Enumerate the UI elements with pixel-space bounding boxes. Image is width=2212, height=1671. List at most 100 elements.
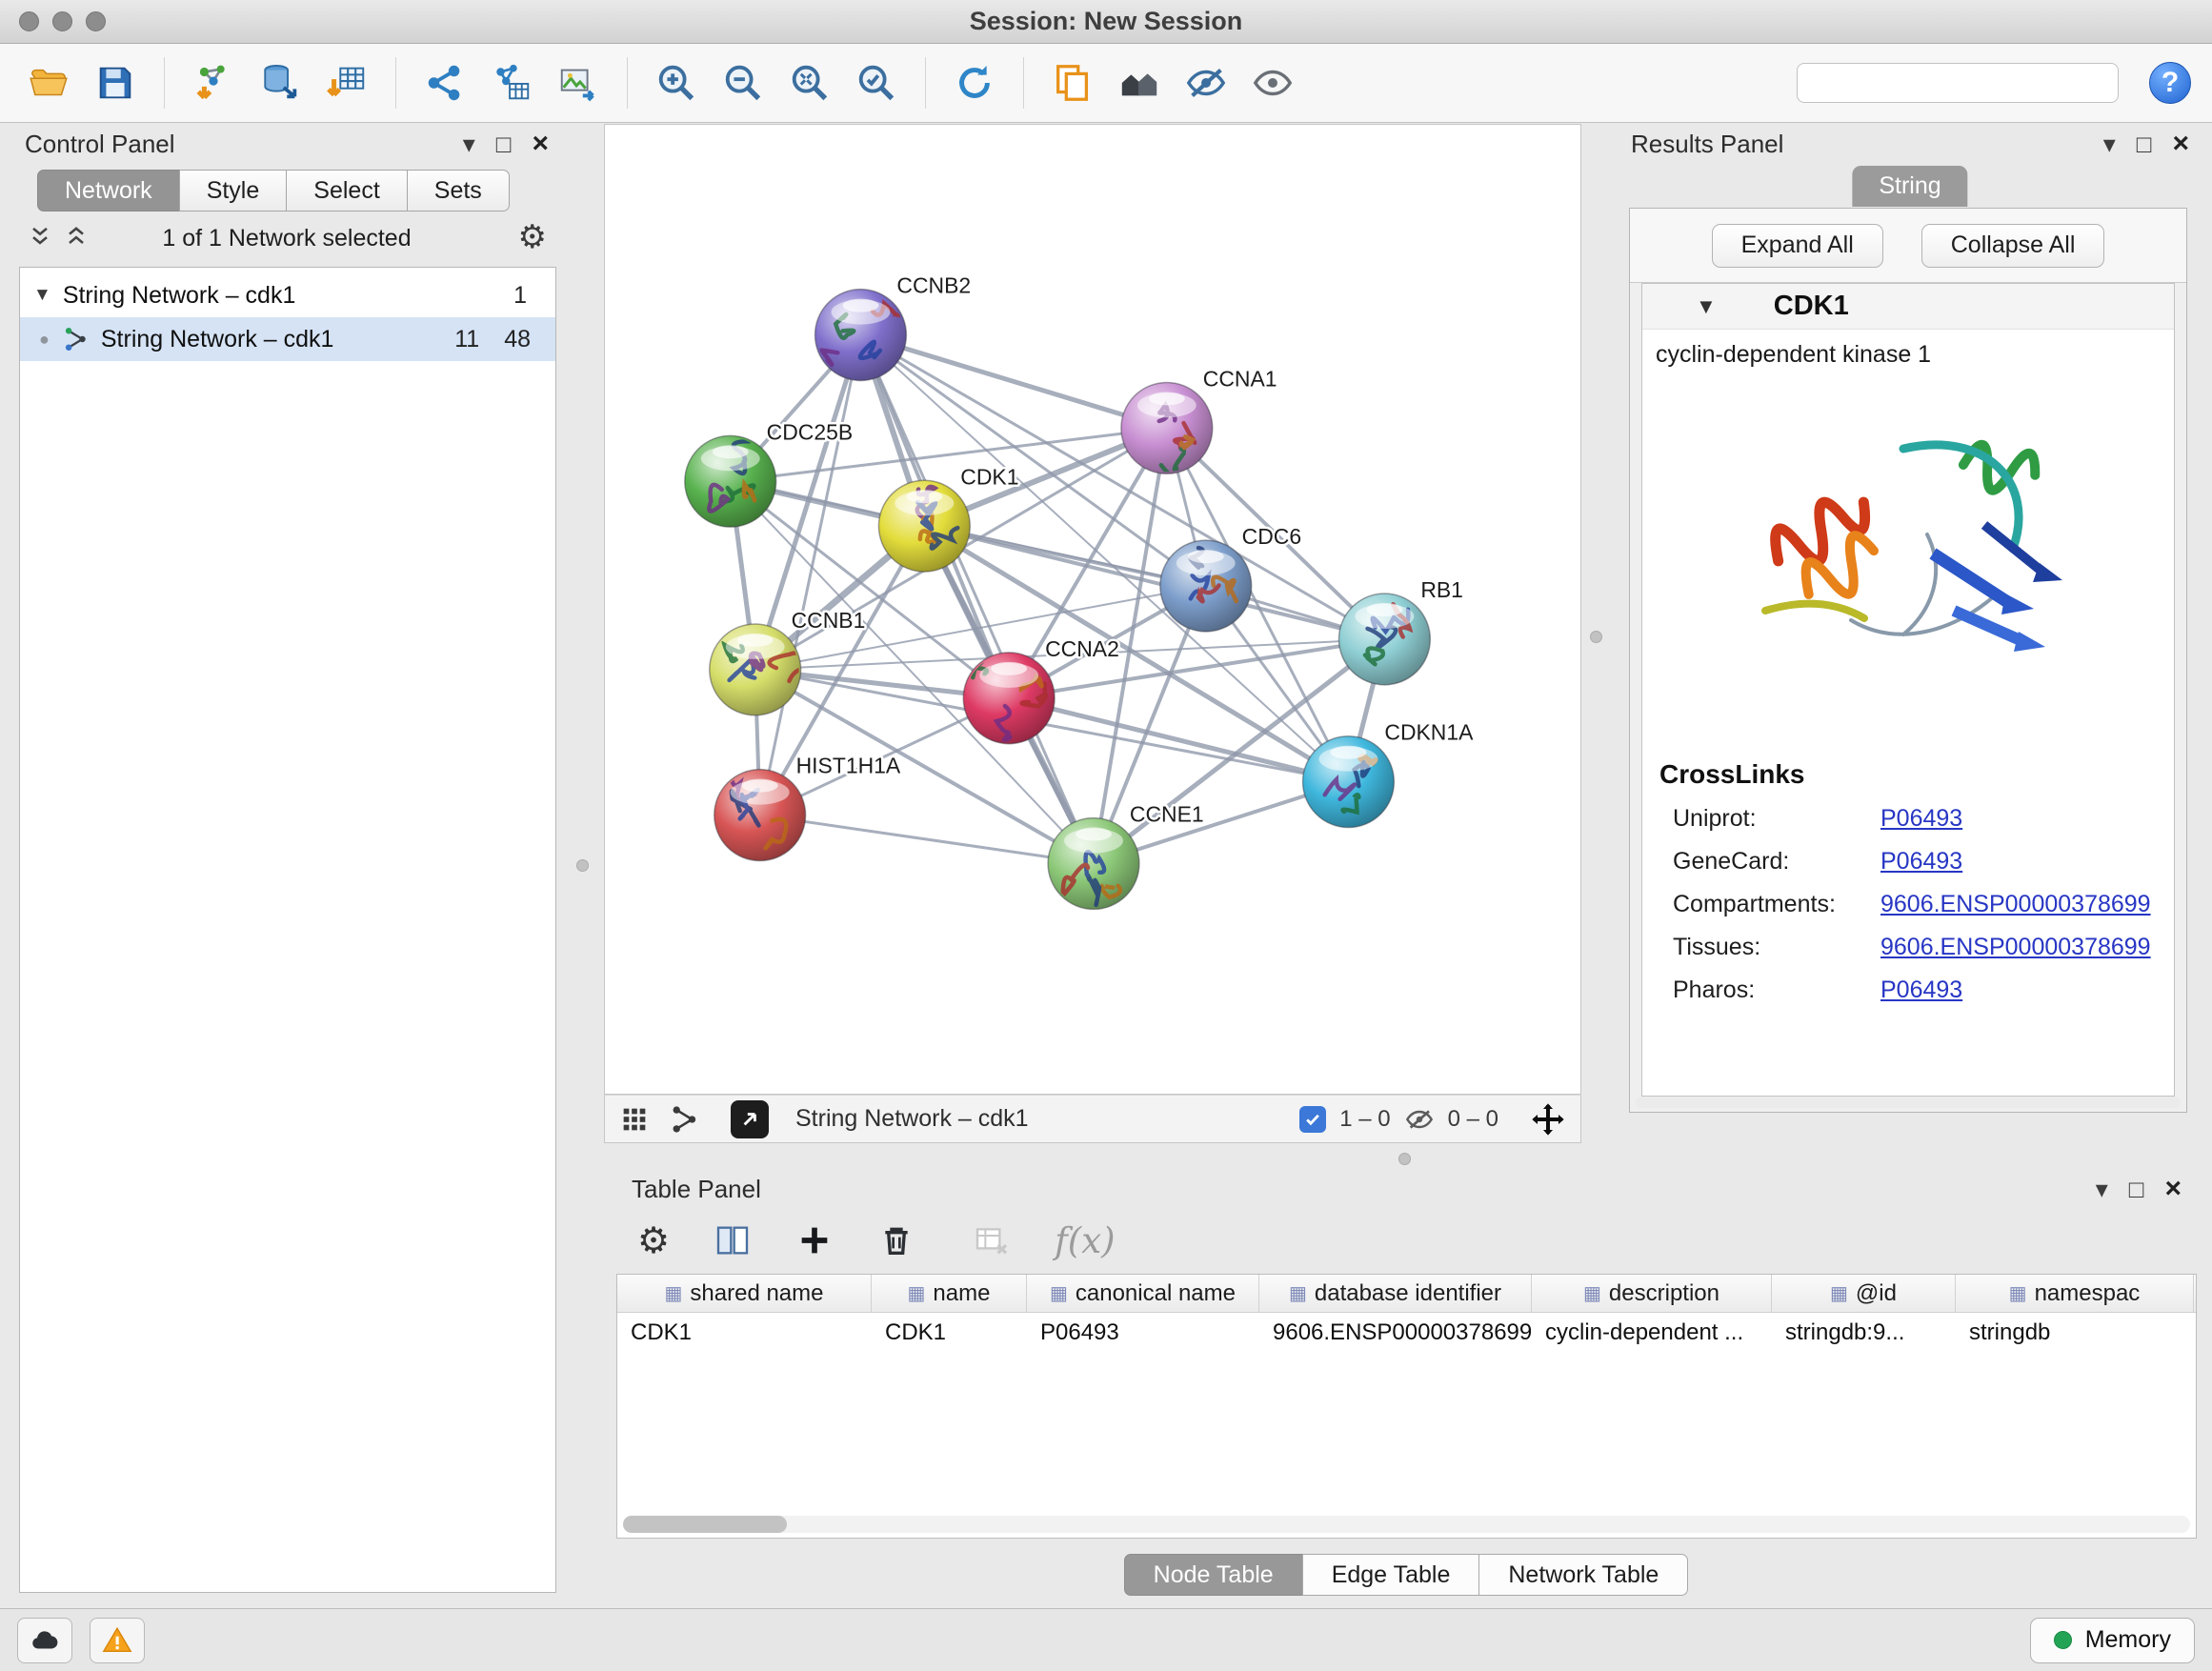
column-header-name[interactable]: ▦name	[872, 1275, 1027, 1312]
splitter-handle-left[interactable]	[576, 859, 589, 872]
column-sort-icon: ▦	[908, 1281, 926, 1305]
add-column-icon[interactable]	[795, 1221, 834, 1259]
network-edge[interactable]	[760, 335, 861, 815]
table-row[interactable]: CDK1CDK1P064939606.ENSP00000378699cyclin…	[617, 1313, 2196, 1353]
crosslink-link[interactable]: P06493	[1880, 805, 1962, 833]
column-header-namespac[interactable]: ▦namespac	[1956, 1275, 2194, 1312]
search-box[interactable]	[1797, 63, 2119, 103]
column-header-canonical-name[interactable]: ▦canonical name	[1027, 1275, 1259, 1312]
panel-menu-icon[interactable]: ▾	[2103, 130, 2116, 159]
table-cell[interactable]: cyclin-dependent ...	[1532, 1319, 1772, 1346]
tab-node-table[interactable]: Node Table	[1124, 1554, 1303, 1596]
show-annotations-button[interactable]	[1245, 53, 1300, 112]
current-network-name: String Network – cdk1	[795, 1105, 1029, 1133]
protein-structure-image	[1708, 392, 2108, 735]
import-network-database-button[interactable]	[252, 53, 308, 112]
minimize-window-button[interactable]	[52, 11, 72, 31]
panel-float-icon[interactable]: □	[2137, 130, 2152, 159]
close-window-button[interactable]	[19, 11, 39, 31]
edge-count: 48	[504, 326, 531, 353]
network-edge[interactable]	[860, 335, 1094, 864]
column-header-description[interactable]: ▦description	[1532, 1275, 1772, 1312]
string-home-button[interactable]	[1112, 53, 1167, 112]
network-from-table-button[interactable]	[484, 53, 539, 112]
scrollbar-thumb[interactable]	[623, 1516, 787, 1533]
panel-menu-icon[interactable]: ▾	[463, 130, 475, 159]
birds-eye-view-icon[interactable]	[618, 1103, 651, 1136]
tab-edge-table[interactable]: Edge Table	[1302, 1554, 1480, 1596]
column-header-shared-name[interactable]: ▦shared name	[617, 1275, 872, 1312]
search-input[interactable]	[1819, 69, 2118, 97]
crosslink-link[interactable]: P06493	[1880, 976, 1962, 1004]
help-button[interactable]: ?	[2149, 62, 2191, 104]
network-edge[interactable]	[760, 815, 1094, 864]
import-network-file-button[interactable]	[186, 53, 241, 112]
open-session-button[interactable]	[21, 53, 76, 112]
function-builder-button[interactable]: f(x)	[1055, 1220, 1115, 1261]
apply-layout-button[interactable]	[947, 53, 1002, 112]
tab-network-table[interactable]: Network Table	[1478, 1554, 1688, 1596]
network-table-icon	[490, 61, 533, 105]
tab-sets[interactable]: Sets	[407, 170, 510, 211]
cloud-button[interactable]	[17, 1618, 72, 1663]
hidden-eye-icon[interactable]	[1404, 1104, 1435, 1135]
network-canvas[interactable]: CCNB2CCNA1CDC25BCDK1CDC6RB1CCNB1CCNA2CDK…	[605, 125, 1580, 1094]
network-edge[interactable]	[924, 526, 1384, 639]
open-in-new-window-button[interactable]	[731, 1100, 769, 1138]
zoom-selected-button[interactable]	[849, 53, 904, 112]
results-scrollbar[interactable]	[1636, 1097, 2181, 1108]
crosslink-link[interactable]: 9606.ENSP00000378699	[1880, 934, 2151, 961]
results-tab-string[interactable]: String	[1852, 166, 1967, 207]
zoom-window-button[interactable]	[86, 11, 106, 31]
zoom-fit-button[interactable]	[782, 53, 837, 112]
delete-column-trash-icon[interactable]	[877, 1221, 915, 1259]
tab-style[interactable]: Style	[179, 170, 288, 211]
panel-float-icon[interactable]: □	[496, 130, 512, 159]
panel-close-icon[interactable]: ×	[2172, 128, 2189, 160]
table-cell[interactable]: 9606.ENSP00000378699	[1259, 1319, 1532, 1346]
table-h-scrollbar[interactable]	[623, 1516, 2190, 1533]
network-row-selected[interactable]: ● String Network – cdk1 11 48	[20, 317, 555, 361]
save-session-button[interactable]	[88, 53, 143, 112]
panel-close-icon[interactable]: ×	[2164, 1173, 2182, 1205]
column-header-database-identifier[interactable]: ▦database identifier	[1259, 1275, 1532, 1312]
export-image-button[interactable]	[551, 53, 606, 112]
select-columns-icon[interactable]	[714, 1221, 752, 1259]
new-network-button[interactable]	[417, 53, 473, 112]
splitter-handle-bottom[interactable]	[1398, 1153, 1411, 1165]
network-edge[interactable]	[860, 335, 1166, 429]
panel-float-icon[interactable]: □	[2129, 1175, 2144, 1204]
panel-close-icon[interactable]: ×	[532, 128, 549, 160]
import-table-button[interactable]	[319, 53, 374, 112]
move-crosshair-icon[interactable]	[1529, 1100, 1567, 1138]
network-share-icon[interactable]	[668, 1103, 700, 1136]
copy-document-button[interactable]	[1045, 53, 1100, 112]
table-cell[interactable]: stringdb:9...	[1772, 1319, 1956, 1346]
table-cell[interactable]: P06493	[1027, 1319, 1259, 1346]
collapse-all-button[interactable]: Collapse All	[1921, 224, 2105, 268]
warnings-button[interactable]	[90, 1618, 145, 1663]
hide-annotations-button[interactable]	[1178, 53, 1234, 112]
table-settings-gear-icon[interactable]: ⚙	[637, 1219, 670, 1262]
tab-network[interactable]: Network	[37, 170, 180, 211]
splitter-handle-right[interactable]	[1590, 631, 1602, 643]
zoom-in-button[interactable]	[649, 53, 704, 112]
table-cell[interactable]: stringdb	[1956, 1319, 2194, 1346]
crosslink-link[interactable]: 9606.ENSP00000378699	[1880, 891, 2151, 918]
network-collection-row[interactable]: ▼ String Network – cdk1 1	[20, 273, 555, 317]
selected-checkbox[interactable]	[1299, 1106, 1326, 1133]
node-result-header[interactable]: ▼ CDK1	[1642, 284, 2174, 330]
collapse-entry-icon[interactable]: ▼	[1696, 294, 1717, 319]
gear-icon[interactable]: ⚙	[518, 218, 547, 256]
expand-all-button[interactable]: Expand All	[1712, 224, 1883, 268]
tab-select[interactable]: Select	[286, 170, 407, 211]
memory-button[interactable]: Memory	[2030, 1618, 2195, 1663]
table-cell[interactable]: CDK1	[872, 1319, 1027, 1346]
panel-menu-icon[interactable]: ▾	[2096, 1175, 2108, 1204]
eye-icon	[1251, 61, 1295, 105]
crosslink-link[interactable]: P06493	[1880, 848, 1962, 876]
tree-expander-icon[interactable]: ▼	[33, 285, 51, 306]
table-cell[interactable]: CDK1	[617, 1319, 872, 1346]
column-header-@id[interactable]: ▦@id	[1772, 1275, 1956, 1312]
zoom-out-button[interactable]	[715, 53, 771, 112]
